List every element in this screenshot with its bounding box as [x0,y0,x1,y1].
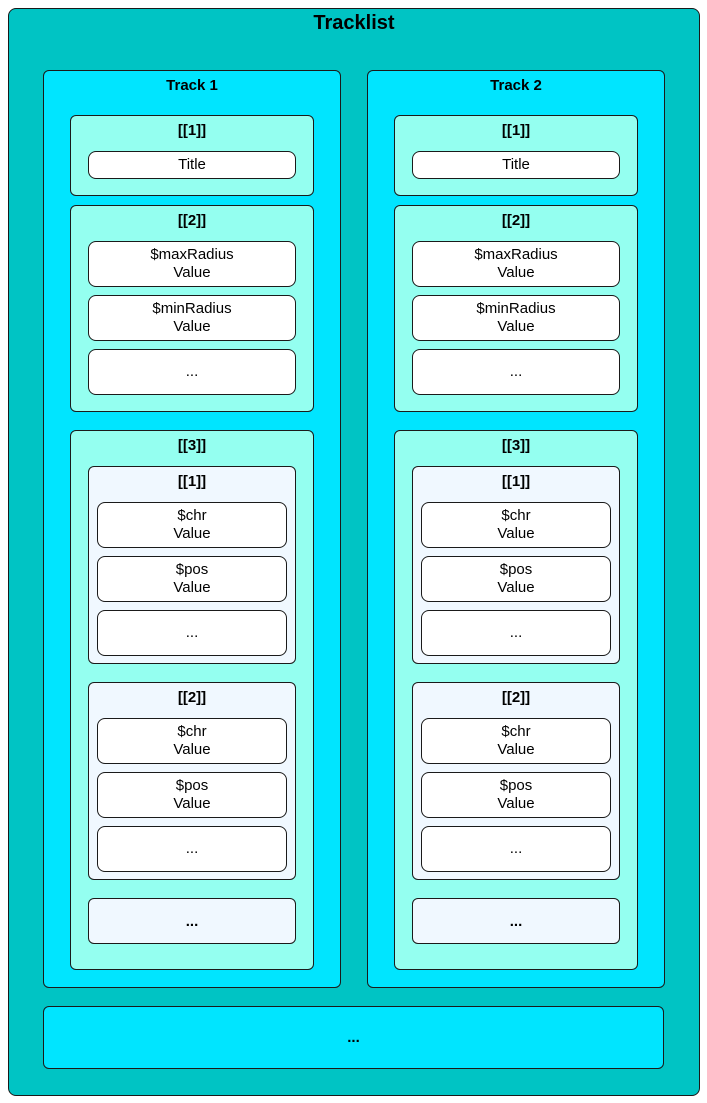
track-title: Track 2 [490,77,542,94]
field-value: Value [173,741,211,758]
title-field: Title [412,151,620,179]
title-field: Title [88,151,296,179]
field-value: Value [497,525,535,542]
more-subgroups: ... [88,898,296,944]
field-value: Value [173,264,211,281]
subgroup-title: [[2]] [177,689,207,706]
more-field: ... [88,349,296,395]
field-name: $chr [177,507,207,524]
more-tracks: ... [43,1006,664,1069]
field-value: Value [173,795,211,812]
tracklist-title: Tracklist [313,12,395,34]
pos-field: $pos Value [97,772,287,818]
pos-field: $pos Value [421,556,611,602]
ellipsis: ... [185,840,199,857]
field-name: $chr [177,723,207,740]
ellipsis: ... [185,363,199,380]
field-name: $minRadius [476,300,556,317]
max-radius-field: $maxRadius Value [88,241,296,287]
field-name: $maxRadius [474,246,558,263]
field-name: $pos [175,561,209,578]
field-name: $pos [499,777,533,794]
field-name: $maxRadius [150,246,234,263]
field-value: Value [173,318,211,335]
field-value: Value [497,795,535,812]
more-field: ... [421,826,611,872]
ellipsis: ... [509,840,523,857]
min-radius-field: $minRadius Value [88,295,296,341]
chr-field: $chr Value [421,718,611,764]
field-value: Value [497,264,535,281]
min-radius-field: $minRadius Value [412,295,620,341]
field-value: Value [497,741,535,758]
more-field: ... [97,826,287,872]
field-value: Value [497,579,535,596]
more-field: ... [97,610,287,656]
field-value: Value [173,579,211,596]
ellipsis: ... [347,1029,360,1046]
more-field: ... [412,349,620,395]
subgroup-title: [[1]] [501,473,531,490]
chr-field: $chr Value [97,718,287,764]
ellipsis: ... [509,912,523,930]
group-title: [[3]] [177,437,207,454]
field-name: $chr [501,723,531,740]
pos-field: $pos Value [97,556,287,602]
ellipsis: ... [185,912,199,930]
field-name: $pos [175,777,209,794]
group-title: [[1]] [501,122,531,139]
field-name: $minRadius [152,300,232,317]
track-title: Track 1 [166,77,218,94]
more-subgroups: ... [412,898,620,944]
title-field-label: Title [502,156,530,173]
pos-field: $pos Value [421,772,611,818]
ellipsis: ... [509,624,523,641]
field-value: Value [497,318,535,335]
chr-field: $chr Value [97,502,287,548]
group-title: [[2]] [177,212,207,229]
chr-field: $chr Value [421,502,611,548]
group-title: [[3]] [501,437,531,454]
field-value: Value [173,525,211,542]
max-radius-field: $maxRadius Value [412,241,620,287]
field-name: $pos [499,561,533,578]
subgroup-title: [[1]] [177,473,207,490]
title-field-label: Title [178,156,206,173]
group-title: [[2]] [501,212,531,229]
ellipsis: ... [509,363,523,380]
field-name: $chr [501,507,531,524]
ellipsis: ... [185,624,199,641]
subgroup-title: [[2]] [501,689,531,706]
group-title: [[1]] [177,122,207,139]
more-field: ... [421,610,611,656]
